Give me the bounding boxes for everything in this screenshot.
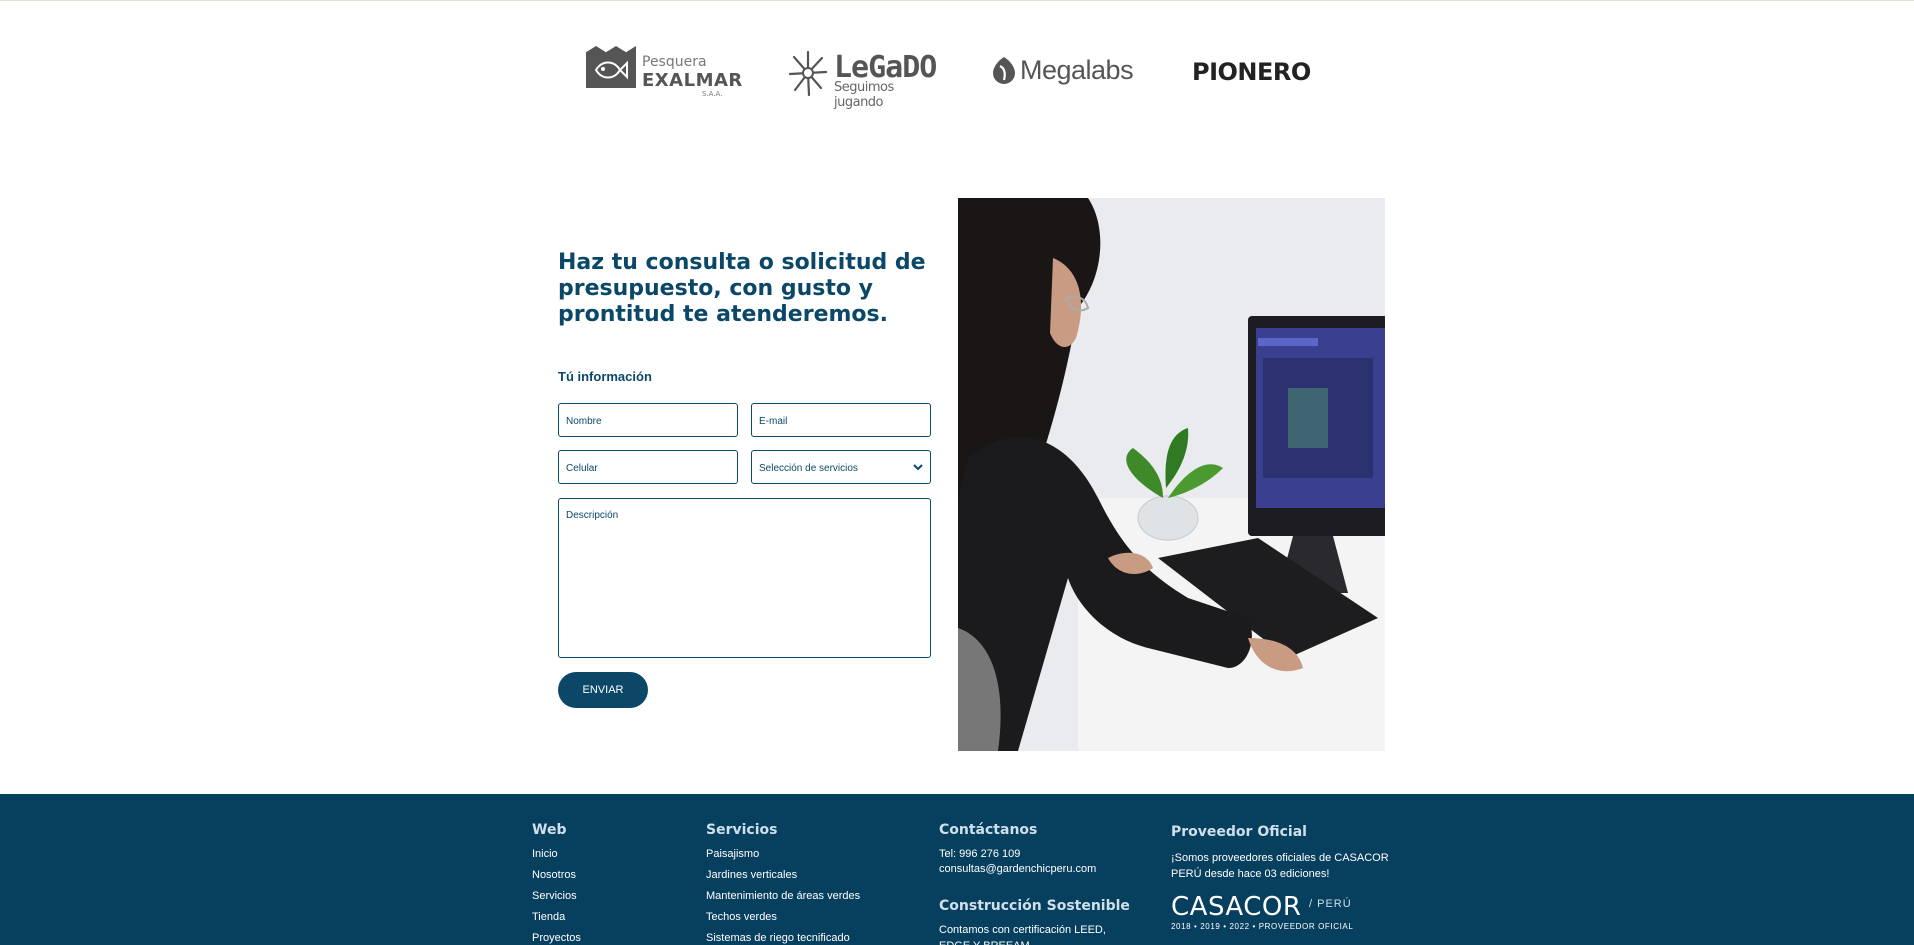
footer-link-paisajismo[interactable]: Paisajismo [706,848,759,860]
footer-link-tienda[interactable]: Tienda [532,911,565,923]
send-button[interactable]: ENVIAR [558,672,648,708]
footer-provider-text: ¡Somos proveedores oficiales de CASACOR … [1171,852,1389,880]
footer-sustainable-text: Contamos con certificación LEED, EDGE Y … [939,924,1106,945]
office-photo [958,198,1385,751]
casacor-logo-years: 2018 • 2019 • 2022 • PROVEEDOR OFICIAL [1171,922,1354,931]
legado-logo-sub: Seguimos jugando [834,80,894,110]
footer-services-title: Servicios [706,822,778,838]
phone-field-placeholder: Celular [566,463,598,474]
pionero-logo: PIONERO [1192,40,1332,106]
footer-link-techos-verdes[interactable]: Techos verdes [706,911,777,923]
contact-heading: Haz tu consulta o solicitud de presupues… [558,250,926,327]
fish-icon [586,46,636,88]
footer-sustainable-title: Construcción Sostenible [939,898,1130,914]
megalabs-logo-text: Megalabs [1020,55,1134,85]
footer-phone[interactable]: Tel: 996 276 109 [939,848,1020,860]
exalmar-logo-main: EXALMAR [642,70,743,91]
email-field-placeholder: E-mail [759,416,788,427]
services-select-value: Selección de servicios [759,463,858,474]
site-footer: Web Inicio Nosotros Servicios Tienda Pro… [0,794,1914,945]
woman-at-computer-illustration [958,198,1385,751]
footer-email[interactable]: consultas@gardenchicperu.com [939,863,1096,875]
legado-logo: LeGaDO Seguimos jugando [788,40,937,110]
footer-link-proyectos[interactable]: Proyectos [532,932,581,944]
footer-contact-title: Contáctanos [939,822,1038,838]
footer-provider-title: Proveedor Oficial [1171,824,1307,840]
services-select[interactable]: Selección de servicios [751,450,931,484]
footer-link-mantenimiento[interactable]: Mantenimiento de áreas verdes [706,890,860,902]
legado-burst-icon [788,50,828,97]
email-field[interactable]: E-mail [751,403,931,437]
megalabs-drop-icon [993,57,1015,84]
footer-link-servicios[interactable]: Servicios [532,890,577,902]
casacor-logo-main: CASACOR [1171,892,1302,922]
exalmar-logo-sub: S.A.A. [702,90,723,98]
chevron-down-icon [913,464,923,471]
exalmar-logo-top: Pesquera [642,54,707,70]
casacor-logo: CASACOR / PERÚ 2018 • 2019 • 2022 • PROV… [1171,892,1371,932]
form-subtitle: Tú información [558,369,652,384]
exalmar-logo: Pesquera EXALMAR S.A.A. [586,40,742,106]
pionero-logo-text: PIONERO [1192,58,1311,86]
name-field[interactable]: Nombre [558,403,738,437]
casacor-logo-country: / PERÚ [1309,898,1352,910]
top-divider [0,0,1914,1]
footer-web-title: Web [532,822,567,838]
megalabs-logo: Megalabs [992,40,1134,106]
name-field-placeholder: Nombre [566,416,602,427]
description-placeholder: Descripción [566,510,619,521]
description-textarea[interactable]: Descripción [558,498,931,658]
footer-link-sistemas-riego[interactable]: Sistemas de riego tecnificado [706,932,850,944]
footer-link-jardines-verticales[interactable]: Jardines verticales [706,869,797,881]
footer-link-inicio[interactable]: Inicio [532,848,558,860]
phone-field[interactable]: Celular [558,450,738,484]
client-logos: Pesquera EXALMAR S.A.A. LeGaDO Seguimos … [0,40,1914,110]
footer-link-nosotros[interactable]: Nosotros [532,869,576,881]
